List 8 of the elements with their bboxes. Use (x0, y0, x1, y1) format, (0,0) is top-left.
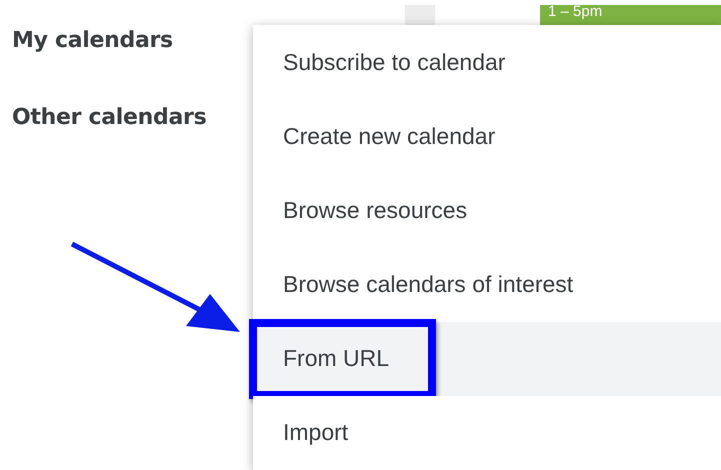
menu-item[interactable]: Import (253, 396, 721, 470)
section-heading[interactable]: My calendars (12, 28, 250, 53)
menu-item[interactable]: Browse resources (253, 173, 721, 248)
menu-item[interactable]: Subscribe to calendar (253, 25, 721, 100)
menu-item[interactable]: Browse calendars of interest (253, 248, 721, 322)
menu-item[interactable]: Create new calendar (253, 99, 721, 174)
section-heading[interactable]: Other calendars (12, 105, 250, 130)
grid-cell (405, 5, 435, 25)
